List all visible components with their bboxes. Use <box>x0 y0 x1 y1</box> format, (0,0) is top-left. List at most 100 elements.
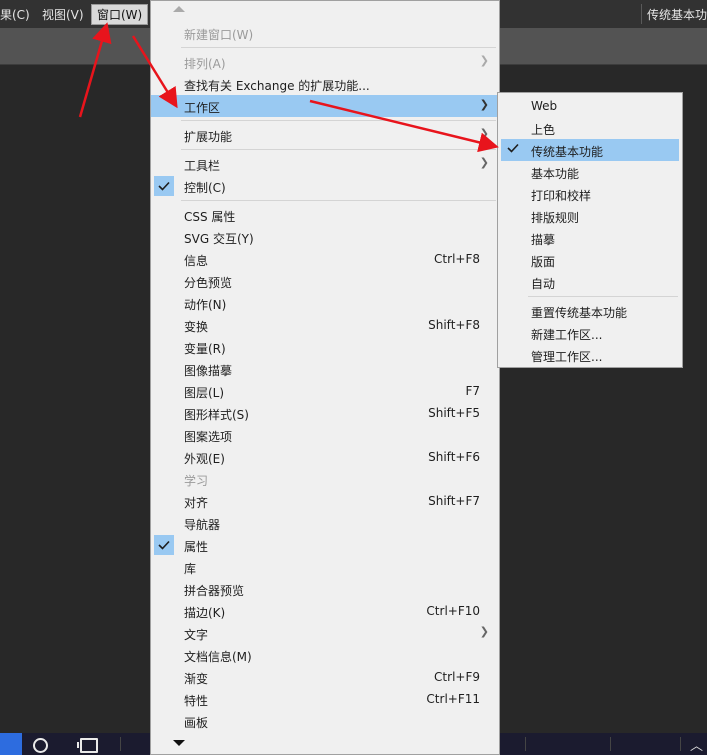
menu-item-label: 文字 <box>184 628 209 642</box>
menu-item-label: 变换 <box>184 320 209 334</box>
menu-view[interactable]: 视图(V) <box>42 6 84 23</box>
shortcut-label: Ctrl+F11 <box>426 692 480 706</box>
chevron-right-icon: ❯ <box>479 156 489 169</box>
shortcut-label: Ctrl+F8 <box>434 252 480 266</box>
menu-item-css-properties[interactable]: CSS 属性 <box>151 204 499 226</box>
shortcut-label: Shift+F6 <box>428 450 480 464</box>
menu-item-artboards[interactable]: 画板 <box>151 710 499 732</box>
menu-item-graphic-styles[interactable]: 图形样式(S) Shift+F5 <box>151 402 499 424</box>
menu-item-libraries[interactable]: 库 <box>151 556 499 578</box>
menu-item-label: 信息 <box>184 254 209 268</box>
menu-item-label: 描边(K) <box>184 606 226 620</box>
menu-effect[interactable]: 果(C) <box>0 6 30 23</box>
menu-item-appearance[interactable]: 外观(E) Shift+F6 <box>151 446 499 468</box>
submenu-item-automation[interactable]: 自动 <box>498 271 682 293</box>
menu-item-label: 排列(A) <box>184 57 226 71</box>
menu-separator <box>181 47 496 48</box>
menu-item-label: 描摹 <box>531 233 556 247</box>
submenu-item-printing-proofing[interactable]: 打印和校样 <box>498 183 682 205</box>
menu-item-align[interactable]: 对齐 Shift+F7 <box>151 490 499 512</box>
submenu-item-traditional-essentials[interactable]: 传统基本功能 <box>501 139 679 161</box>
taskbar-divider <box>610 737 611 751</box>
menu-item-image-trace[interactable]: 图像描摹 <box>151 358 499 380</box>
menu-item-svg-interactivity[interactable]: SVG 交互(Y) <box>151 226 499 248</box>
menu-item-label: SVG 交互(Y) <box>184 232 254 246</box>
search-circle-icon[interactable] <box>33 738 48 753</box>
menu-item-label: 工具栏 <box>184 159 221 173</box>
chevron-up-icon[interactable]: ︿ <box>690 735 703 754</box>
menu-item-label: 管理工作区... <box>531 350 603 364</box>
menu-item-separations-preview[interactable]: 分色预览 <box>151 270 499 292</box>
menu-item-new-window[interactable]: 新建窗口(W) <box>151 22 499 44</box>
scroll-down-arrow-icon[interactable] <box>173 740 185 746</box>
menubar-divider <box>641 4 642 24</box>
chevron-right-icon: ❯ <box>479 127 489 140</box>
menu-item-label: 控制(C) <box>184 181 226 195</box>
menu-item-extensions[interactable]: 扩展功能 ❯ <box>151 124 499 146</box>
menu-item-label: 变量(R) <box>184 342 226 356</box>
menu-item-label: 库 <box>184 562 197 576</box>
menu-item-label: 传统基本功能 <box>531 145 604 159</box>
menu-item-layers[interactable]: 图层(L) F7 <box>151 380 499 402</box>
menu-item-label: 工作区 <box>184 101 221 115</box>
check-icon <box>507 142 519 156</box>
menu-item-gradient[interactable]: 渐变 Ctrl+F9 <box>151 666 499 688</box>
menu-item-flattener-preview[interactable]: 拼合器预览 <box>151 578 499 600</box>
menu-item-label: 画板 <box>184 716 209 730</box>
menu-item-toolbars[interactable]: 工具栏 ❯ <box>151 153 499 175</box>
submenu-item-new-workspace[interactable]: 新建工作区... <box>498 322 682 344</box>
menu-item-transform[interactable]: 变换 Shift+F8 <box>151 314 499 336</box>
taskbar-divider <box>120 737 121 751</box>
submenu-item-manage-workspaces[interactable]: 管理工作区... <box>498 344 682 366</box>
menu-item-label: 图像描摹 <box>184 364 233 378</box>
menu-item-info[interactable]: 信息 Ctrl+F8 <box>151 248 499 270</box>
menu-item-properties[interactable]: 属性 <box>151 534 499 556</box>
menu-item-label: CSS 属性 <box>184 210 236 224</box>
menu-item-label: 对齐 <box>184 496 209 510</box>
workspace-submenu: Web 上色 传统基本功能 基本功能 打印和校样 排版规则 描摹 版面 自动 重… <box>497 92 683 368</box>
menu-item-stroke[interactable]: 描边(K) Ctrl+F10 <box>151 600 499 622</box>
chevron-right-icon: ❯ <box>479 54 489 67</box>
menu-item-workspace[interactable]: 工作区 ❯ <box>151 95 499 117</box>
menu-item-navigator[interactable]: 导航器 <box>151 512 499 534</box>
menu-item-variables[interactable]: 变量(R) <box>151 336 499 358</box>
menu-item-label: 特性 <box>184 694 209 708</box>
submenu-item-reset-workspace[interactable]: 重置传统基本功能 <box>498 300 682 322</box>
menu-item-label: 外观(E) <box>184 452 225 466</box>
window-menu-dropdown: 新建窗口(W) 排列(A) ❯ 查找有关 Exchange 的扩展功能... 工… <box>150 0 500 755</box>
submenu-item-layout[interactable]: 版面 <box>498 249 682 271</box>
menu-item-arrange[interactable]: 排列(A) ❯ <box>151 51 499 73</box>
menu-item-document-info[interactable]: 文档信息(M) <box>151 644 499 666</box>
menu-item-actions[interactable]: 动作(N) <box>151 292 499 314</box>
menu-item-label: 版面 <box>531 255 556 269</box>
menu-item-type[interactable]: 文字 ❯ <box>151 622 499 644</box>
scroll-up-arrow-icon[interactable] <box>173 6 185 12</box>
menu-item-pattern-options[interactable]: 图案选项 <box>151 424 499 446</box>
shortcut-label: Shift+F5 <box>428 406 480 420</box>
menu-item-label: 动作(N) <box>184 298 227 312</box>
submenu-item-typography[interactable]: 排版规则 <box>498 205 682 227</box>
menu-item-label: 查找有关 Exchange 的扩展功能... <box>184 79 370 93</box>
submenu-item-web[interactable]: Web <box>498 95 682 117</box>
menu-item-learn[interactable]: 学习 <box>151 468 499 490</box>
menu-item-control[interactable]: 控制(C) <box>151 175 499 197</box>
task-view-icon[interactable] <box>77 738 98 753</box>
menu-item-label: 拼合器预览 <box>184 584 245 598</box>
submenu-item-painting[interactable]: 上色 <box>498 117 682 139</box>
menu-item-label: 扩展功能 <box>184 130 233 144</box>
submenu-item-essentials[interactable]: 基本功能 <box>498 161 682 183</box>
menu-window[interactable]: 窗口(W) <box>91 4 149 25</box>
menu-item-attributes[interactable]: 特性 Ctrl+F11 <box>151 688 499 710</box>
workspace-switcher[interactable]: 传统基本功 <box>647 6 707 23</box>
menu-item-label: 基本功能 <box>531 167 580 181</box>
menu-item-find-exchange-extensions[interactable]: 查找有关 Exchange 的扩展功能... <box>151 73 499 95</box>
menu-item-label: 导航器 <box>184 518 221 532</box>
shortcut-label: Ctrl+F9 <box>434 670 480 684</box>
menu-item-label: 属性 <box>184 540 209 554</box>
submenu-item-tracing[interactable]: 描摹 <box>498 227 682 249</box>
chevron-right-icon: ❯ <box>479 98 489 111</box>
menu-item-label: 渐变 <box>184 672 209 686</box>
windows-start-icon[interactable] <box>0 733 22 755</box>
shortcut-label: Ctrl+F10 <box>426 604 480 618</box>
menu-separator <box>528 296 678 297</box>
